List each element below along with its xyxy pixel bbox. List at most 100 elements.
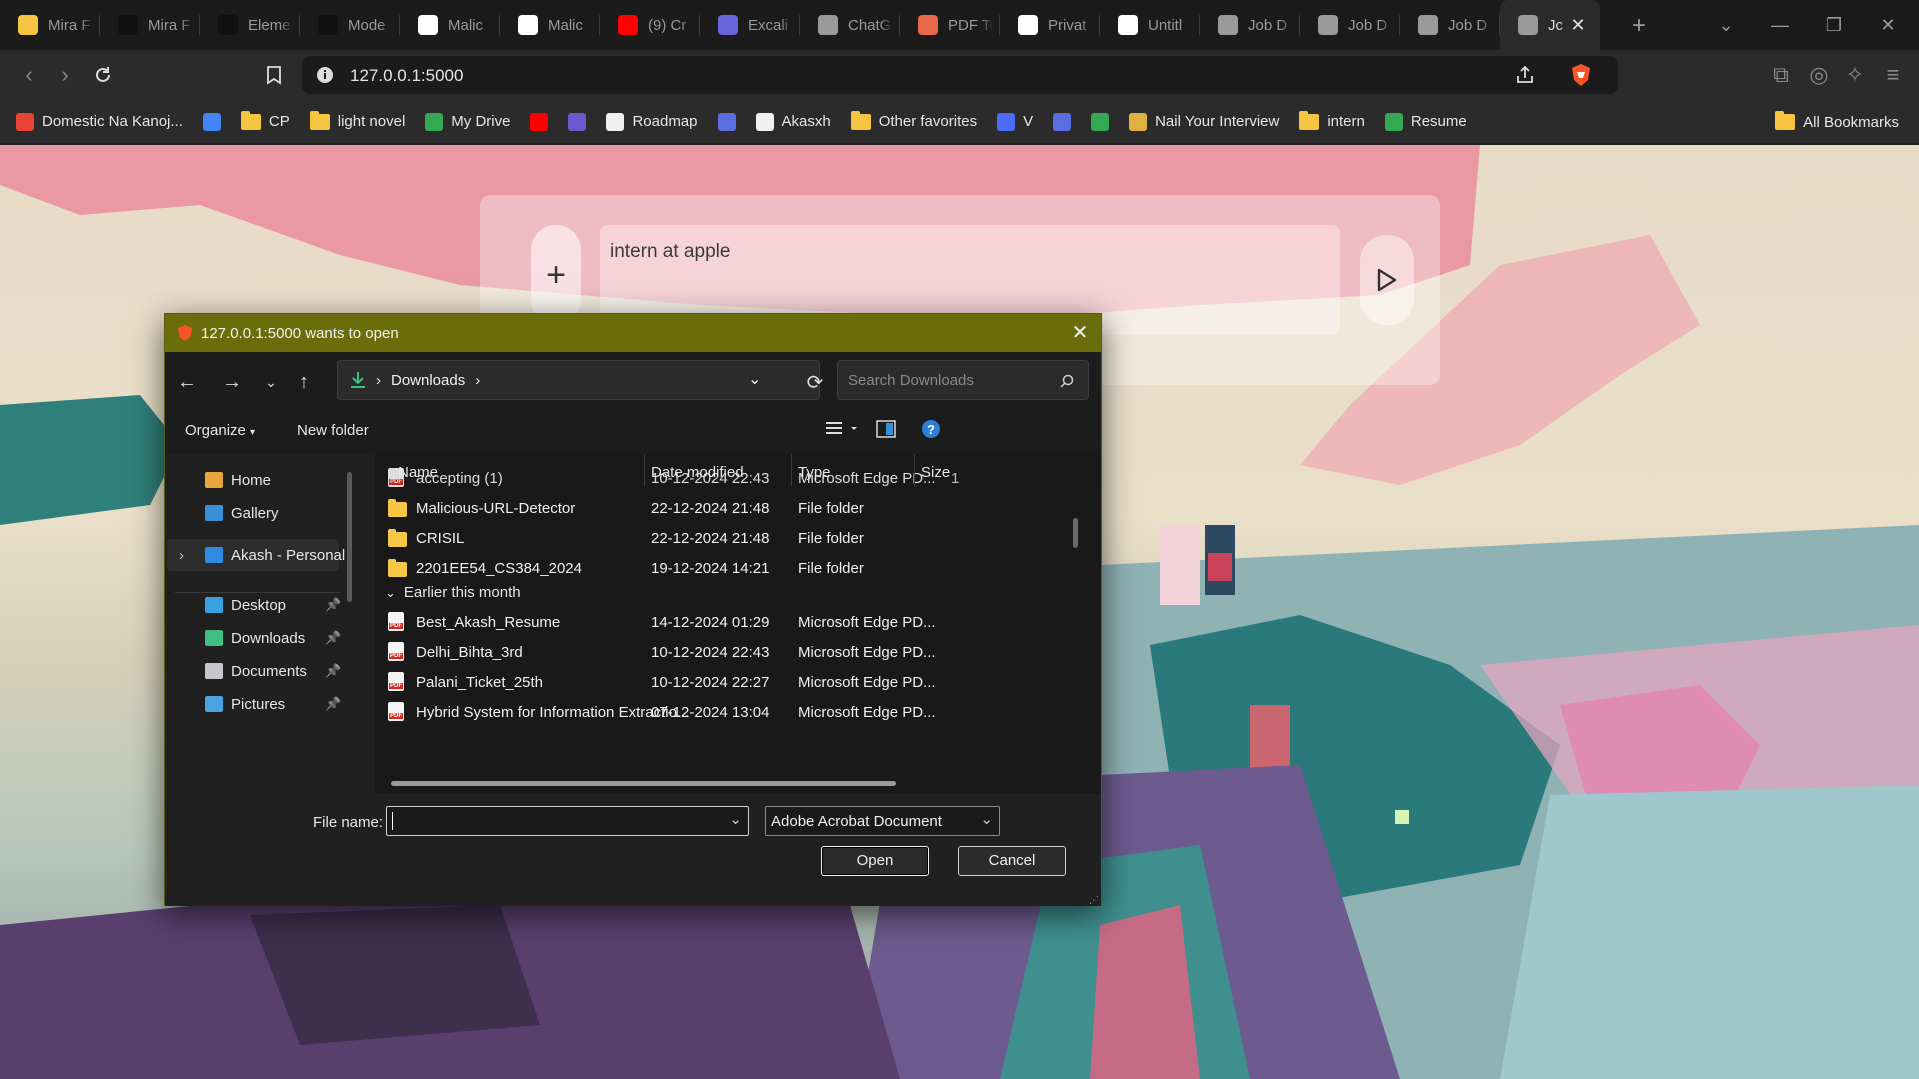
bookmark-roadmap[interactable]: Roadmap bbox=[602, 107, 701, 137]
tab-16[interactable]: Jc ✕ bbox=[1500, 0, 1600, 50]
file-row[interactable]: CRISIL 22-12-2024 21:48 File folder bbox=[375, 523, 1081, 553]
bookmark-cp[interactable]: CP bbox=[237, 107, 294, 137]
nav-item-pictures[interactable]: Pictures 📌 bbox=[205, 688, 341, 720]
tab-5[interactable]: Malic bbox=[400, 0, 500, 50]
expand-chevron-icon[interactable]: › bbox=[179, 547, 184, 564]
bookmark-icon-14[interactable] bbox=[1087, 107, 1113, 137]
file-type-select[interactable]: Adobe Acrobat Document ⌄ bbox=[765, 806, 1000, 836]
file-name-input[interactable]: ⌄ bbox=[386, 806, 749, 836]
tab-14[interactable]: Job D bbox=[1300, 0, 1400, 50]
tab-8[interactable]: Excali bbox=[700, 0, 800, 50]
organize-button[interactable]: Organize ▾ bbox=[185, 422, 255, 439]
tab-search-button[interactable]: ⌄ bbox=[1698, 0, 1754, 50]
up-folder-button[interactable]: ↑ bbox=[292, 370, 316, 394]
tab-1[interactable]: Mira F bbox=[0, 0, 100, 50]
wallet-icon[interactable]: ◎ bbox=[1806, 62, 1832, 88]
bookmark-v[interactable]: V bbox=[993, 107, 1037, 137]
bookmark-domestic-na-kanoj[interactable]: Domestic Na Kanoj... bbox=[12, 107, 187, 137]
leo-ai-icon[interactable]: ✧ bbox=[1842, 62, 1868, 88]
column-size[interactable]: Size bbox=[921, 454, 950, 486]
bookmark-my-drive[interactable]: My Drive bbox=[421, 107, 514, 137]
maximize-button[interactable]: ❐ bbox=[1806, 0, 1862, 50]
bookmark-other-favorites[interactable]: Other favorites bbox=[847, 107, 981, 137]
bookmark-icon-9[interactable] bbox=[714, 107, 740, 137]
tab-15[interactable]: Job D bbox=[1400, 0, 1500, 50]
bookmark-icon-6[interactable] bbox=[526, 107, 552, 137]
add-attachment-button[interactable]: + bbox=[531, 225, 581, 325]
new-folder-button[interactable]: New folder bbox=[297, 422, 369, 439]
file-list-vertical-scrollbar[interactable] bbox=[1073, 518, 1078, 548]
dialog-close-button[interactable]: ✕ bbox=[1069, 322, 1091, 344]
file-row[interactable]: Delhi_Bihta_3rd 10-12-2024 22:43 Microsoft… bbox=[375, 637, 1081, 667]
bookmark-light-novel[interactable]: light novel bbox=[306, 107, 410, 137]
nav-item-akash-personal[interactable]: Akash - Personal › bbox=[179, 539, 345, 571]
help-button[interactable]: ? bbox=[921, 419, 941, 443]
chevron-down-icon[interactable]: ⌄ bbox=[729, 810, 742, 828]
bookmark-resume[interactable]: Resume bbox=[1381, 107, 1471, 137]
tab-7[interactable]: (9) Cr bbox=[600, 0, 700, 50]
refresh-button[interactable]: ⟳ bbox=[803, 370, 827, 394]
minimize-button[interactable]: — bbox=[1752, 0, 1808, 50]
app-icon bbox=[1091, 112, 1110, 131]
breadcrumb-downloads[interactable]: Downloads bbox=[391, 372, 465, 389]
address-breadcrumb[interactable]: › Downloads › ⌄ bbox=[337, 360, 820, 400]
bookmark-page-button[interactable] bbox=[261, 62, 287, 88]
bookmark-intern[interactable]: intern bbox=[1295, 107, 1369, 137]
file-row[interactable]: Palani_Ticket_25th 10-12-2024 22:27 Micros… bbox=[375, 667, 1081, 697]
cancel-button[interactable]: Cancel bbox=[958, 846, 1066, 876]
all-bookmarks-button[interactable]: All Bookmarks bbox=[1771, 107, 1903, 137]
recent-locations-button[interactable]: ⌄ bbox=[259, 370, 283, 394]
nav-pane-scrollbar[interactable] bbox=[347, 472, 352, 602]
tab-11[interactable]: Privat bbox=[1000, 0, 1100, 50]
site-info-icon[interactable] bbox=[316, 66, 334, 84]
share-icon[interactable] bbox=[1514, 64, 1536, 86]
bookmark-icon-7[interactable] bbox=[564, 107, 590, 137]
tab-12[interactable]: Untitl bbox=[1100, 0, 1200, 50]
file-row[interactable]: Hybrid System for Information Extractio.… bbox=[375, 697, 1081, 727]
send-button[interactable] bbox=[1360, 235, 1414, 325]
file-row[interactable]: 2201EE54_CS384_2024 19-12-2024 14:21 File … bbox=[375, 553, 1081, 583]
view-options-button[interactable] bbox=[825, 420, 861, 442]
back-button[interactable]: ‹ bbox=[16, 62, 42, 88]
chevron-down-icon[interactable]: ⌄ bbox=[748, 369, 761, 389]
search-downloads-input[interactable]: Search Downloads bbox=[837, 360, 1089, 400]
tab-6[interactable]: Malic bbox=[500, 0, 600, 50]
collapse-chevron-icon: ⌄ bbox=[385, 584, 396, 600]
dialog-forward-button[interactable]: → bbox=[220, 370, 244, 394]
column-date-modified[interactable]: Date modified bbox=[651, 454, 744, 486]
dialog-back-button[interactable]: ← bbox=[175, 370, 199, 394]
nav-item-home[interactable]: Home bbox=[205, 464, 271, 496]
tab-3[interactable]: Eleme bbox=[200, 0, 300, 50]
forward-button[interactable]: › bbox=[52, 62, 78, 88]
tab-9[interactable]: ChatG bbox=[800, 0, 900, 50]
preview-pane-button[interactable] bbox=[876, 420, 896, 442]
close-tab-button[interactable]: ✕ bbox=[1568, 15, 1588, 35]
brave-shields-icon[interactable] bbox=[1570, 63, 1592, 87]
file-list-horizontal-scrollbar[interactable] bbox=[391, 781, 896, 786]
tab-4[interactable]: Mode bbox=[300, 0, 400, 50]
new-tab-button[interactable]: + bbox=[1614, 12, 1664, 40]
bookmark-icon-13[interactable] bbox=[1049, 107, 1075, 137]
nav-item-desktop[interactable]: Desktop 📌 bbox=[205, 589, 341, 621]
bookmark-icon-2[interactable] bbox=[199, 107, 225, 137]
bookmark-nail-your-interview[interactable]: Nail Your Interview bbox=[1125, 107, 1283, 137]
file-row[interactable]: Best_Akash_Resume 14-12-2024 01:29 Microso… bbox=[375, 607, 1081, 637]
column-type[interactable]: Type bbox=[798, 454, 831, 486]
address-bar[interactable]: 127.0.0.1:5000 bbox=[302, 56, 1618, 94]
file-row[interactable]: Malicious-URL-Detector 22-12-2024 21:48 Fi… bbox=[375, 493, 1081, 523]
nav-item-gallery[interactable]: Gallery bbox=[205, 497, 279, 529]
tab-10[interactable]: PDF Tc bbox=[900, 0, 1000, 50]
group-header-earlier-this-month[interactable]: ⌄ Earlier this month bbox=[385, 584, 521, 601]
column-name[interactable]: Name bbox=[398, 454, 438, 486]
nav-item-documents[interactable]: Documents 📌 bbox=[205, 655, 341, 687]
resize-grip-icon[interactable]: ⋰ bbox=[1089, 895, 1099, 906]
nav-item-downloads[interactable]: Downloads 📌 bbox=[205, 622, 341, 654]
tab-13[interactable]: Job D bbox=[1200, 0, 1300, 50]
reload-button[interactable] bbox=[90, 62, 116, 88]
bookmark-akasxh[interactable]: Akasxh bbox=[752, 107, 835, 137]
close-window-button[interactable]: ✕ bbox=[1860, 0, 1916, 50]
extensions-icon[interactable]: ⧉ bbox=[1768, 62, 1794, 88]
tab-2[interactable]: Mira F bbox=[100, 0, 200, 50]
open-button[interactable]: Open bbox=[821, 846, 929, 876]
menu-icon[interactable]: ≡ bbox=[1880, 62, 1906, 88]
